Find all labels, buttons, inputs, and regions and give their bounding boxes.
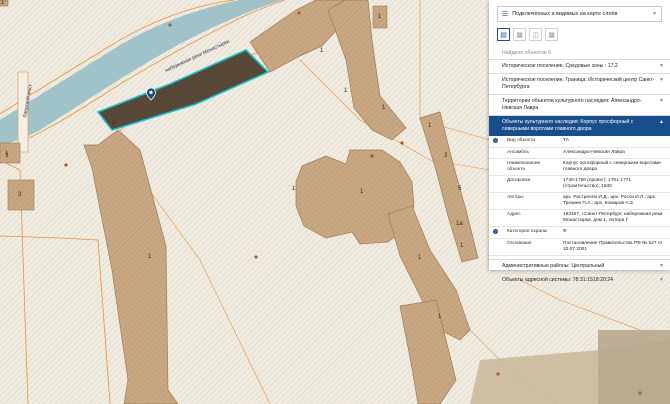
grid-icon[interactable]: ▦ [513, 28, 526, 41]
found-count: Найдено объектов 6 [502, 50, 552, 56]
attr-key: Основание [505, 238, 561, 256]
section-label: Объекты культурного наследия: Корпус про… [502, 119, 634, 132]
section-label: Административные районы: Центральный [502, 263, 605, 269]
chevron-down-icon: ▼ [659, 98, 664, 104]
attr-value: ТА [561, 136, 670, 148]
chevron-down-icon: ▼ [659, 63, 664, 69]
attr-key: Ансамбль [505, 147, 561, 159]
chevron-down-icon: ▼ [659, 77, 664, 83]
attr-value: арх. Растрелли И.Д., арх. Росси И.Л., ар… [561, 192, 670, 210]
attr-key: Категория охраны [505, 226, 561, 239]
building-small[interactable] [0, 142, 21, 164]
attr-key: Наименование объекта [505, 158, 561, 176]
section-zones[interactable]: Историческое поселение. Средовые зоны : … [489, 59, 670, 73]
layers-icon: ☰ [502, 11, 509, 18]
section-label: Историческое поселение. Средовые зоны : … [502, 63, 618, 69]
help-icon[interactable]: ? [493, 138, 498, 143]
table-row: Датировка 1740-1750 (проект); 1761-1771 … [489, 175, 670, 193]
help-icon[interactable]: ? [493, 229, 498, 234]
section-label: Территории объектов культурного наследия… [502, 98, 642, 111]
chevron-down-icon: ▼ [652, 11, 657, 17]
building-number: 1а [456, 221, 463, 227]
chevron-up-icon: ▲ [659, 119, 664, 125]
layer-select-label: Подключённых и видимых на карте слоёв [512, 11, 618, 17]
section-label: Историческое поселение. Граница: Историч… [502, 77, 655, 90]
attr-value: Постановление Правительства РФ № 527 от … [561, 238, 670, 256]
table-row: Адрес 193167, г.Санкт-Петербург, набереж… [489, 209, 670, 227]
attribute-table: ? Вид объекта ТА Ансамбль Александро-Нев… [489, 136, 670, 256]
table-row: Основание Постановление Правительства РФ… [489, 238, 670, 256]
table-row: Наименование объекта Корпус просфорный с… [489, 158, 670, 176]
table-row: Ансамбль Александро-Невская Лавра [489, 147, 670, 159]
attr-key: Авторы [505, 192, 561, 210]
section-border[interactable]: Историческое поселение. Граница: Историч… [489, 73, 670, 94]
section-heritage-open[interactable]: Объекты культурного наследия: Корпус про… [489, 115, 670, 136]
layer-select[interactable]: ☰ Подключённых и видимых на карте слоёв … [497, 6, 662, 22]
section-admin-districts[interactable]: Административные районы: Центральный ▼ [489, 259, 670, 273]
section-label: Объекты адресной системы: 78:31:1518:20:… [502, 277, 614, 283]
section-territories[interactable]: Территории объектов культурного наследия… [489, 94, 670, 115]
info-panel: ☰ Подключённых и видимых на карте слоёв … [489, 0, 670, 283]
table-row: ? Категория охраны Ф [489, 226, 670, 239]
list-icon[interactable]: ▤ [497, 28, 510, 41]
district-fill [598, 330, 670, 404]
attr-key: Адрес [505, 209, 561, 227]
attr-key: Датировка [505, 175, 561, 193]
columns-icon[interactable]: ◫ [529, 28, 542, 41]
section-address-objects[interactable]: Объекты адресной системы: 78:31:1518:20:… [489, 273, 670, 287]
attr-value: Корпус просфорный с северными воротами г… [561, 158, 670, 176]
table-row: Авторы арх. Растрелли И.Д., арх. Росси И… [489, 192, 670, 210]
attr-value: Александро-Невская Лавра [561, 147, 670, 159]
attr-value: Ф [561, 226, 670, 239]
chevron-down-icon: ▼ [659, 263, 664, 269]
table-row: ? Вид объекта ТА [489, 136, 670, 148]
attr-value: 193167, г.Санкт-Петербург, набережная ре… [561, 209, 670, 227]
attr-key: Вид объекта [505, 136, 561, 148]
table-icon[interactable]: ▦ [545, 28, 558, 41]
attr-value: 1740-1750 (проект); 1761-1771 (строитель… [561, 175, 670, 193]
view-toolbar: ▤ ▦ ◫ ▦ [497, 28, 662, 41]
chevron-down-icon: ▼ [659, 277, 664, 283]
